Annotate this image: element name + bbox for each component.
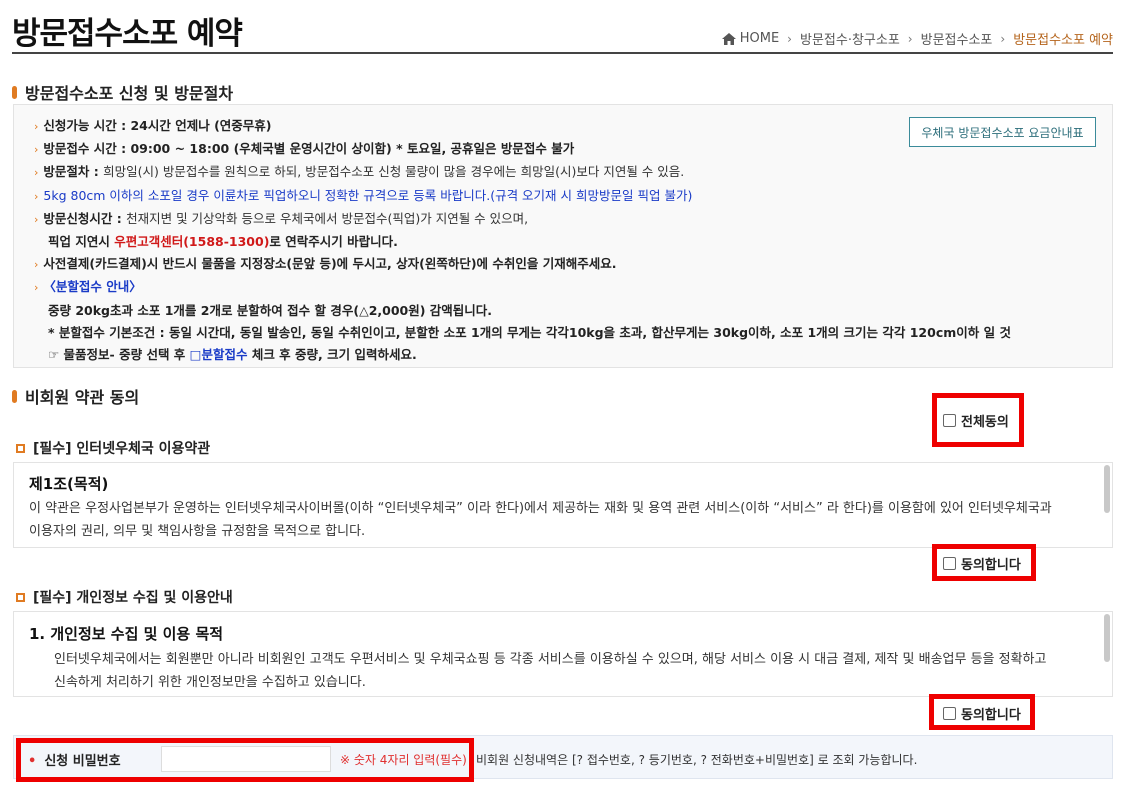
password-note: 비회원 신청내역은 [? 접수번호, ? 등기번호, ? 전화번호+비밀번호] … [476, 753, 918, 767]
list-item: › 사전결제(카드결제)시 반드시 물품을 지정장소(문앞 등)에 두시고, 상자… [34, 256, 617, 272]
list-item: 중량 20kg초과 소포 1개를 2개로 분할하여 접수 할 경우(△2,000… [48, 302, 493, 318]
list-item: › 방문접수 시간 : 09:00 ~ 18:00 (우체국별 운영시간이 상이함… [34, 141, 575, 157]
square-bullet-icon [16, 443, 25, 453]
terms2-text-line1: 인터넷우체국에서는 회원뿐만 아니라 비회원인 고객도 우편서비스 및 우체국쇼… [54, 652, 1047, 667]
agree-terms2-checkbox[interactable]: 동의합니다 [943, 704, 1021, 723]
section-bar-icon [12, 85, 17, 99]
procedure-list: › 신청가능 시간 : 24시간 언제나 (연중무휴) › 방문접수 시간 : 09… [34, 115, 1011, 366]
page-title: 방문접수소포 예약 [12, 16, 243, 52]
terms1-heading: [필수] 인터넷우체국 이용약관 [16, 438, 210, 458]
agree-terms1-checkbox[interactable]: 동의합니다 [943, 554, 1021, 573]
breadcrumb-visit-counter[interactable]: 방문접수·창구소포 [800, 29, 900, 48]
list-item: › 방문신청시간 : 천재지변 및 기상악화 등으로 우체국에서 방문접수(픽업)… [34, 210, 529, 226]
terms2-scroll-box[interactable]: 1. 개인정보 수집 및 이용 목적 인터넷우체국에서는 회원뿐만 아니라 비회… [13, 611, 1113, 697]
agree-all-checkbox[interactable]: 전체동의 [943, 411, 1009, 430]
checkbox-icon[interactable] [943, 557, 956, 570]
arrow-icon: › [34, 212, 39, 226]
arrow-icon: › [34, 143, 39, 157]
chevron-right-icon: › [1000, 31, 1006, 46]
procedure-info-box: › 신청가능 시간 : 24시간 언제나 (연중무휴) › 방문접수 시간 : 09… [13, 104, 1113, 368]
checkbox-icon[interactable] [943, 707, 956, 720]
terms1-scrollbar[interactable] [1104, 465, 1110, 513]
breadcrumb-current[interactable]: 방문접수소포 예약 [1013, 29, 1113, 48]
list-item: › 〈분할접수 안내〉 [34, 279, 142, 295]
section-bar-icon [12, 389, 17, 403]
list-item: ☞ 물품정보- 중량 선택 후 □분할접수 체크 후 중량, 크기 입력하세요. [48, 347, 417, 363]
terms2-scrollbar[interactable] [1104, 614, 1110, 662]
section-heading-procedure: 방문접수소포 신청 및 방문절차 [12, 80, 233, 104]
checkbox-icon[interactable] [943, 414, 956, 427]
list-item: * 분할접수 기본조건 : 동일 시간대, 동일 발송인, 동일 수취인이고, … [48, 324, 1011, 340]
breadcrumb-visit-parcel[interactable]: 방문접수소포 [921, 29, 993, 48]
chevron-right-icon: › [787, 31, 792, 46]
arrow-icon: › [34, 281, 39, 295]
arrow-icon: › [34, 120, 39, 133]
arrow-icon: › [34, 166, 39, 180]
list-item: › 5kg 80cm 이하의 소포일 경우 이륜차로 픽업하오니 정확한 규격으로… [34, 187, 693, 203]
terms1-text-line1: 이 약관은 우정사업본부가 운영하는 인터넷우체국사이버몰(이하 “인터넷우체국… [29, 501, 1052, 516]
chevron-right-icon: › [907, 31, 913, 46]
breadcrumb-home[interactable]: HOME [740, 31, 779, 46]
fee-guide-button[interactable]: 우체국 방문접수소포 요금안내표 [909, 117, 1096, 147]
terms2-text-line2: 신속하게 처리하기 위한 개인정보만을 수집하고 있습니다. [54, 675, 366, 690]
breadcrumb: HOME › 방문접수·창구소포 › 방문접수소포 › 방문접수소포 예약 [721, 29, 1113, 48]
arrow-icon: › [34, 189, 39, 203]
page-header: 방문접수소포 예약 HOME › 방문접수·창구소포 › 방문접수소포 › 방문… [12, 0, 1113, 54]
list-item: › 방문절차 : 희망일(시) 방문접수를 원칙으로 하되, 방문접수소포 신청 … [34, 164, 685, 180]
terms2-article-title: 1. 개인정보 수집 및 이용 목적 [29, 625, 224, 643]
home-icon[interactable] [721, 32, 736, 45]
list-item: 픽업 지연시 우편고객센터(1588-1300)로 연락주시기 바랍니다. [48, 234, 398, 250]
section-heading-terms: 비회원 약관 동의 [12, 384, 139, 408]
password-highlight [16, 738, 474, 782]
terms1-article-title: 제1조(목적) [29, 475, 109, 493]
list-item: › 신청가능 시간 : 24시간 언제나 (연중무휴) [34, 118, 272, 133]
arrow-icon: › [34, 258, 39, 272]
terms2-heading: [필수] 개인정보 수집 및 이용안내 [16, 587, 233, 607]
square-bullet-icon [16, 592, 25, 602]
terms1-text-line2: 이용자의 권리, 의무 및 책임사항을 규정함을 목적으로 합니다. [29, 524, 366, 539]
terms1-scroll-box[interactable]: 제1조(목적) 이 약관은 우정사업본부가 운영하는 인터넷우체국사이버몰(이하… [13, 462, 1113, 548]
